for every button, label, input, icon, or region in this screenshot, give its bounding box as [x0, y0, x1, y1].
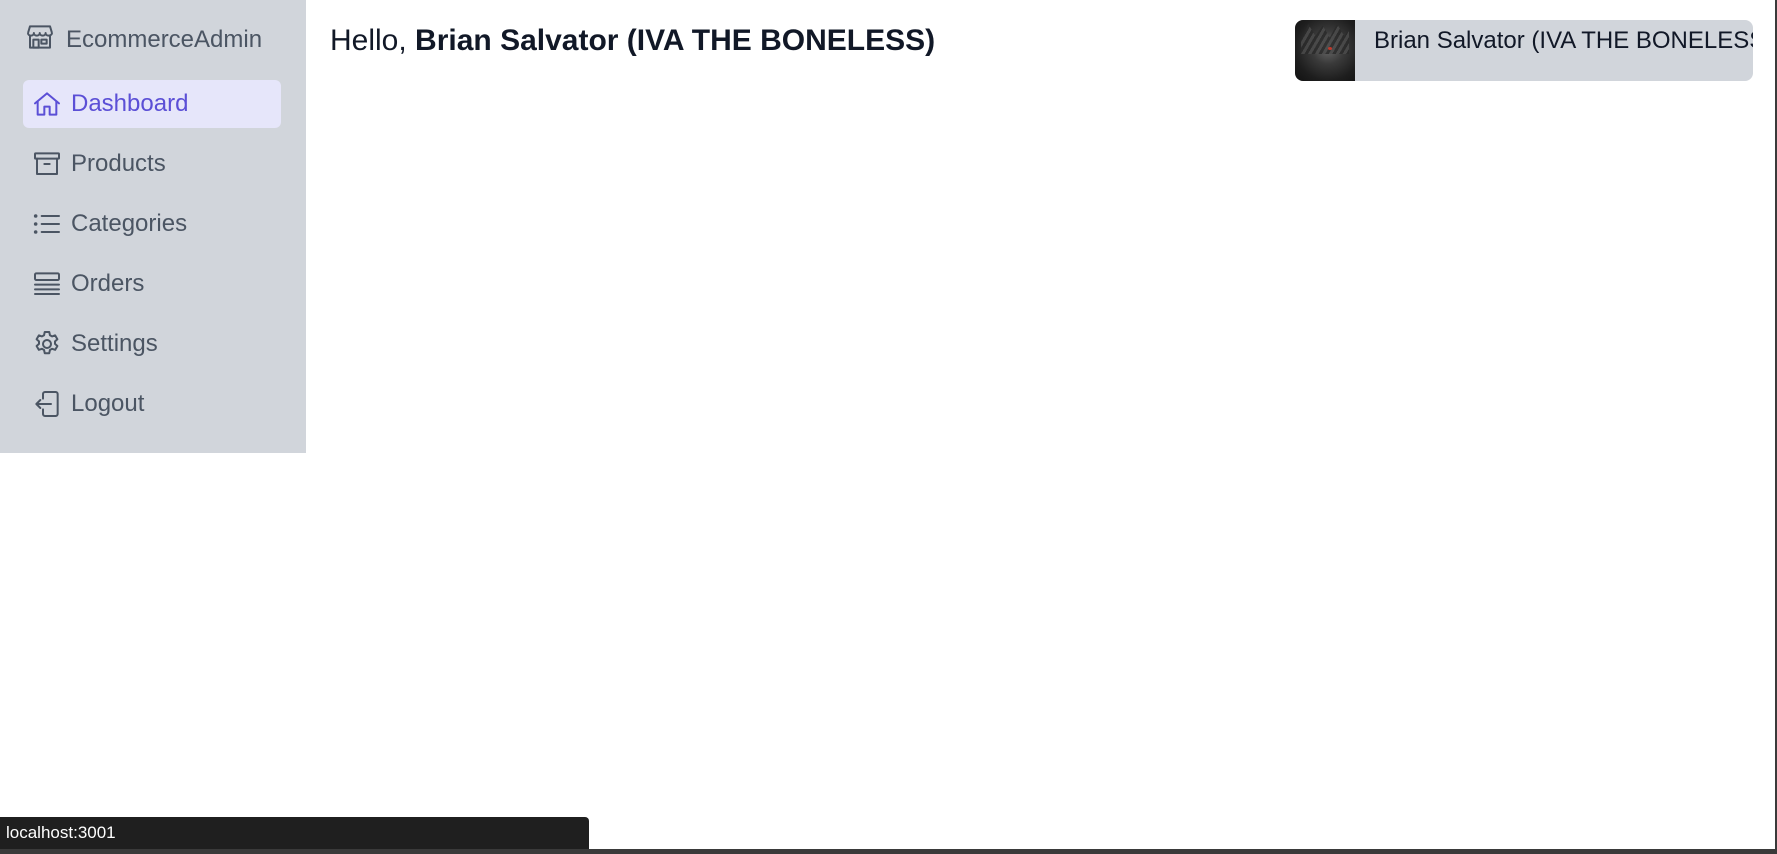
- logout-icon: [31, 388, 63, 420]
- list-bullet-icon: [31, 208, 63, 240]
- user-chip-name: Brian Salvator (IVA THE BONELESS): [1374, 27, 1753, 54]
- sidebar-item-settings[interactable]: Settings: [23, 320, 281, 368]
- sidebar-item-logout[interactable]: Logout: [23, 380, 281, 428]
- status-url: localhost:3001: [6, 823, 116, 842]
- sidebar-item-label: Categories: [71, 210, 188, 237]
- sidebar-item-categories[interactable]: Categories: [23, 200, 281, 248]
- queue-list-icon: [31, 268, 63, 300]
- sidebar-item-label: Dashboard: [71, 90, 189, 117]
- archive-box-icon: [31, 148, 63, 180]
- sidebar-item-label: Settings: [71, 330, 158, 357]
- page-greeting: Hello, Brian Salvator (IVA THE BONELESS): [330, 24, 935, 58]
- sidebar-item-label: Products: [71, 150, 166, 177]
- sidebar-item-orders[interactable]: Orders: [23, 260, 281, 308]
- gear-icon: [31, 328, 63, 360]
- sidebar-item-products[interactable]: Products: [23, 140, 281, 188]
- sidebar-item-dashboard[interactable]: Dashboard: [23, 80, 281, 128]
- app-logo-text: EcommerceAdmin: [66, 26, 263, 53]
- sidebar: EcommerceAdmin Dashboard Products Catego…: [0, 0, 306, 453]
- sidebar-nav: Dashboard Products Categories Orders Set…: [23, 80, 281, 440]
- greeting-prefix: Hello,: [330, 24, 416, 57]
- storefront-icon: [24, 21, 56, 60]
- greeting-user-name: Brian Salvator (IVA THE BONELESS): [415, 24, 936, 57]
- home-icon: [31, 88, 63, 120]
- app-logo[interactable]: EcommerceAdmin: [24, 22, 262, 58]
- avatar: [1295, 20, 1355, 81]
- browser-status-bar: localhost:3001: [0, 817, 589, 849]
- window-bottom-edge: [0, 849, 1777, 854]
- sidebar-item-label: Orders: [71, 270, 145, 297]
- user-profile-chip[interactable]: Brian Salvator (IVA THE BONELESS): [1295, 20, 1753, 81]
- sidebar-item-label: Logout: [71, 390, 145, 417]
